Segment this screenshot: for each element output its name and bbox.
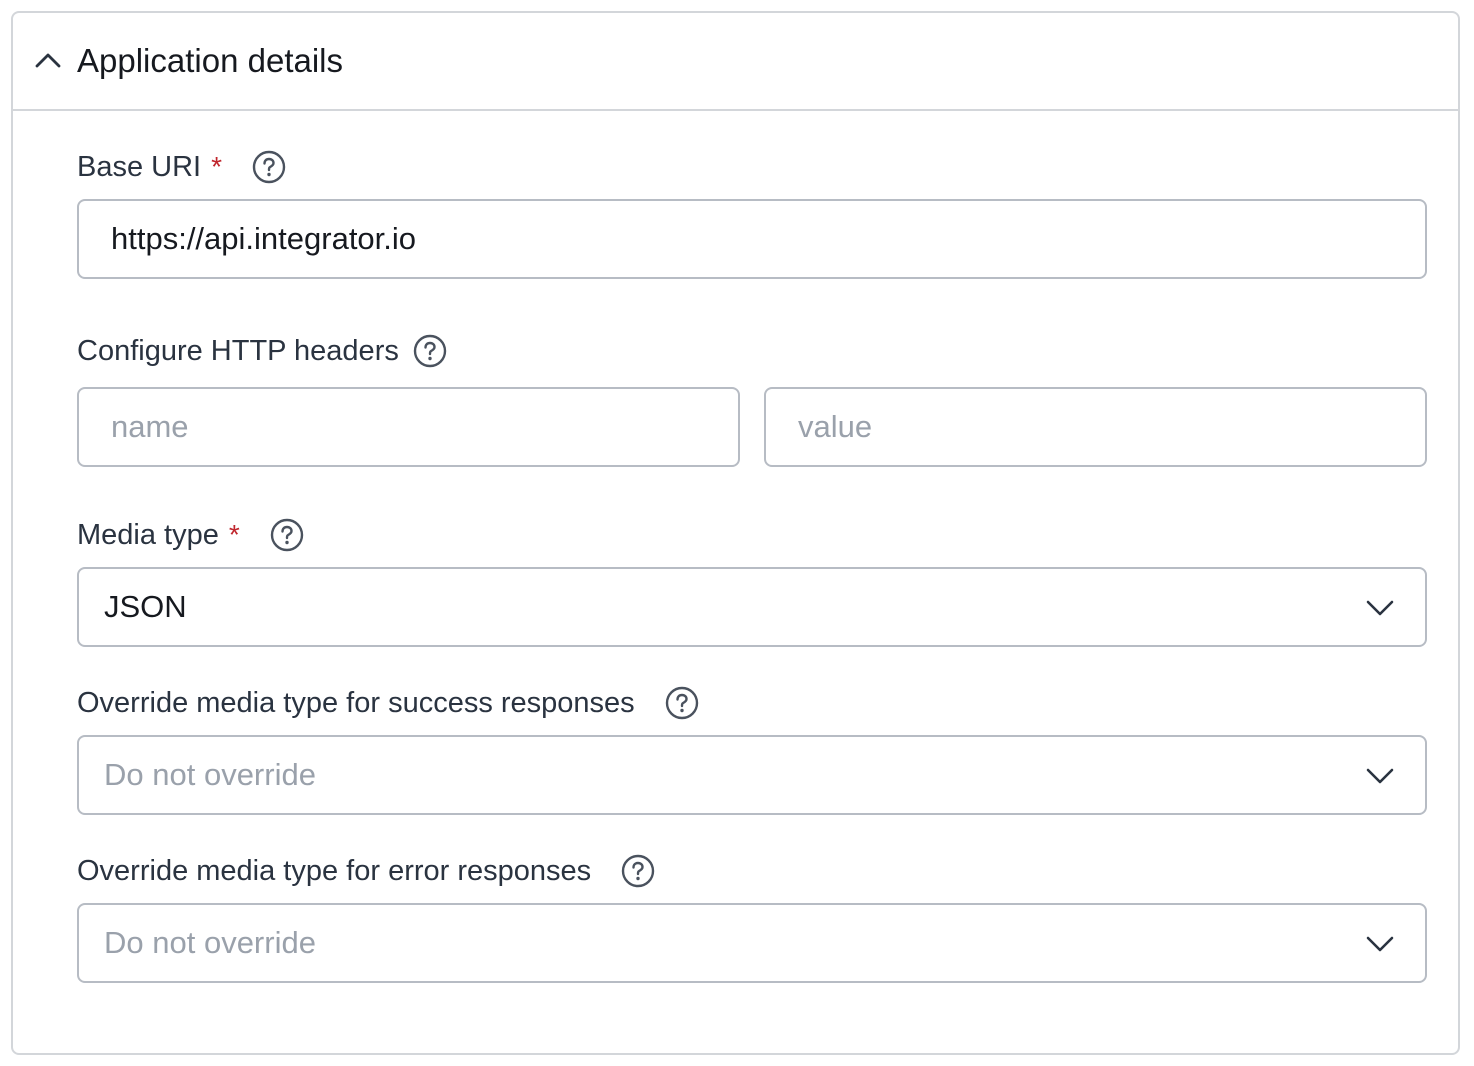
help-circle-icon[interactable]	[621, 854, 655, 888]
help-circle-icon[interactable]	[413, 334, 447, 368]
base-uri-value: https://api.integrator.io	[111, 221, 417, 256]
base-uri-label: Base URI	[77, 151, 202, 183]
success-override-selected: Do not override	[104, 757, 316, 792]
help-circle-icon[interactable]	[665, 686, 699, 720]
success-override-label-row: Override media type for success response…	[77, 686, 699, 720]
section-title: Application details	[77, 42, 343, 79]
base-uri-input[interactable]: https://api.integrator.io	[77, 199, 1427, 279]
header-name-input[interactable]: name	[77, 387, 740, 467]
header-value-placeholder: value	[798, 409, 873, 444]
section-header[interactable]: Application details	[13, 13, 1458, 111]
error-override-selected: Do not override	[104, 925, 316, 960]
media-type-label: Media type	[77, 519, 219, 551]
error-override-label-row: Override media type for error responses	[77, 854, 655, 888]
chevron-down-icon[interactable]	[1365, 766, 1395, 786]
http-headers-label: Configure HTTP headers	[77, 335, 399, 367]
chevron-up-icon[interactable]	[35, 51, 61, 69]
required-asterisk: *	[228, 519, 240, 550]
media-type-selected: JSON	[104, 589, 187, 624]
success-override-label: Override media type for success response…	[77, 687, 635, 719]
help-circle-icon[interactable]	[252, 150, 286, 184]
media-type-select[interactable]: JSON	[77, 567, 1427, 647]
media-type-label-row: Media type *	[77, 518, 304, 552]
header-name-placeholder: name	[111, 409, 189, 444]
error-override-select[interactable]: Do not override	[77, 903, 1427, 983]
header-value-input[interactable]: value	[764, 387, 1427, 467]
chevron-down-icon[interactable]	[1365, 934, 1395, 954]
error-override-label: Override media type for error responses	[77, 855, 592, 887]
http-headers-label-row: Configure HTTP headers	[77, 334, 447, 368]
application-details-panel: Application details Base URI * https://a…	[11, 11, 1460, 1055]
help-circle-icon[interactable]	[270, 518, 304, 552]
base-uri-label-row: Base URI *	[77, 150, 286, 184]
chevron-down-icon[interactable]	[1365, 598, 1395, 618]
required-asterisk: *	[211, 151, 223, 182]
success-override-select[interactable]: Do not override	[77, 735, 1427, 815]
